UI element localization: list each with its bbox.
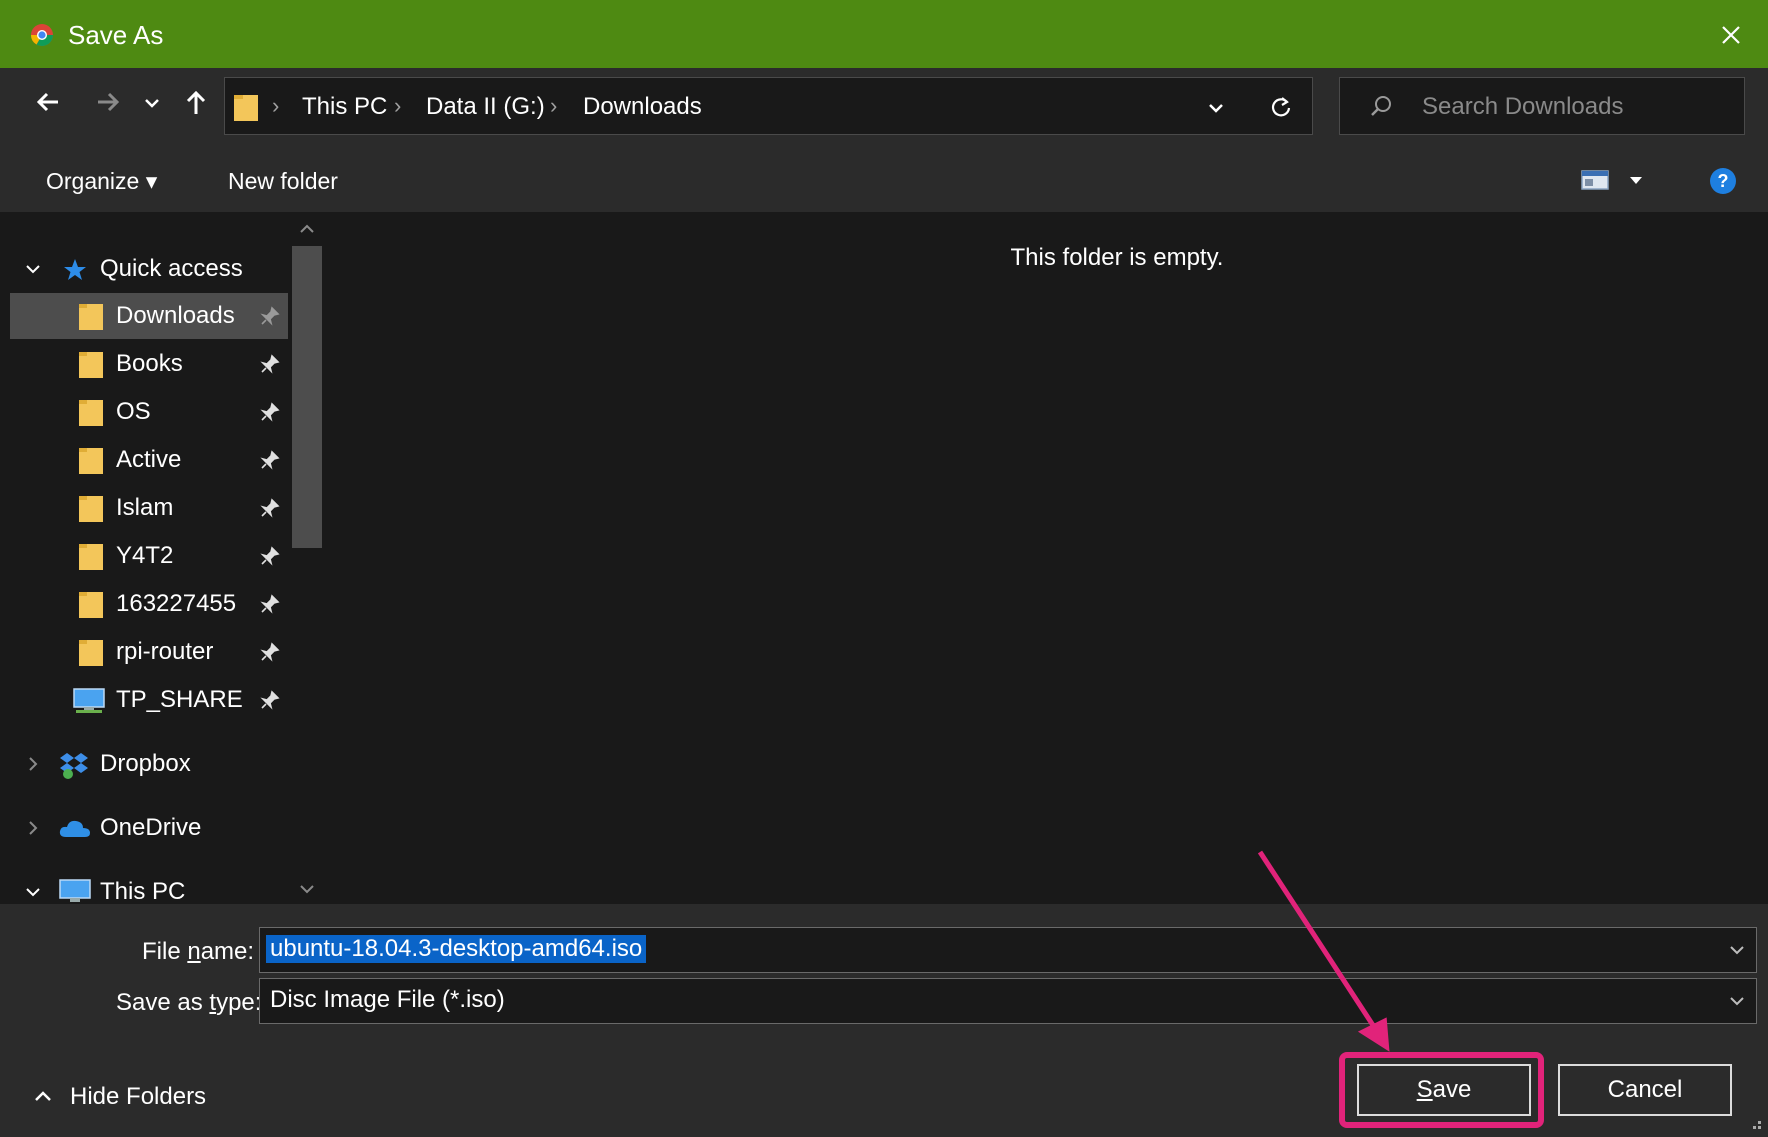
- sidebar-item-label: 163227455: [116, 590, 237, 617]
- folder-icon: [234, 95, 258, 121]
- window-title: Save As: [68, 20, 164, 50]
- arrow-left-icon[interactable]: [30, 84, 66, 120]
- pin-icon[interactable]: [260, 306, 280, 326]
- sidebar-item-books[interactable]: Books: [10, 341, 288, 387]
- folder-icon: [79, 496, 103, 522]
- pin-icon[interactable]: [260, 402, 280, 422]
- sidebar-item-this-pc[interactable]: This PC: [10, 869, 288, 904]
- sidebar-item-label: Downloads: [116, 302, 235, 329]
- sidebar-item-tp-share[interactable]: TP_SHARE: [10, 677, 288, 723]
- scroll-down-icon[interactable]: [298, 882, 316, 896]
- pin-icon[interactable]: [260, 642, 280, 662]
- sidebar-item-islam[interactable]: Islam: [10, 485, 288, 531]
- chevron-down-icon[interactable]: [24, 260, 42, 278]
- sidebar-item-onedrive[interactable]: OneDrive: [10, 805, 288, 851]
- close-icon[interactable]: [1714, 18, 1748, 52]
- search-placeholder: Search Downloads: [1422, 93, 1624, 120]
- empty-folder-message: This folder is empty.: [1010, 244, 1224, 271]
- help-icon[interactable]: ?: [1708, 166, 1738, 196]
- chevron-down-icon[interactable]: [24, 883, 42, 901]
- breadcrumb-this-pc[interactable]: This PC: [302, 93, 387, 121]
- folder-icon: [79, 592, 103, 618]
- sidebar-item-y4t2[interactable]: Y4T2: [10, 533, 288, 579]
- breadcrumb-separator: ›: [272, 93, 280, 118]
- chevron-down-icon[interactable]: [140, 84, 164, 120]
- pin-icon[interactable]: [260, 498, 280, 518]
- folder-icon: [79, 640, 103, 666]
- chevron-down-icon[interactable]: [1728, 942, 1746, 958]
- sidebar-item-label: Y4T2: [116, 542, 174, 569]
- pin-icon[interactable]: [260, 354, 280, 374]
- search-icon: [1371, 96, 1391, 116]
- scroll-up-icon[interactable]: [298, 222, 316, 236]
- chevron-right-icon[interactable]: [24, 819, 42, 837]
- sidebar-item-active[interactable]: Active: [10, 437, 288, 483]
- chevron-down-icon[interactable]: [1728, 993, 1746, 1009]
- refresh-icon[interactable]: [1266, 92, 1296, 122]
- breadcrumb-separator: ›: [550, 93, 558, 118]
- sidebar-item-rpi-router[interactable]: rpi-router: [10, 629, 288, 675]
- sidebar-item-label: Dropbox: [100, 750, 191, 777]
- sidebar-scroll-thumb[interactable]: [292, 246, 322, 548]
- sidebar-item-label: OneDrive: [100, 814, 202, 841]
- organize-button[interactable]: Organize ▾: [46, 168, 157, 195]
- cancel-button[interactable]: Cancel: [1558, 1064, 1732, 1116]
- computer-icon: [59, 879, 91, 902]
- arrow-up-icon[interactable]: [178, 84, 214, 120]
- svg-text:?: ?: [1718, 171, 1729, 191]
- save-as-type-value: Disc Image File (*.iso): [270, 986, 505, 1013]
- file-name-field[interactable]: ubuntu-18.04.3-desktop-amd64.iso: [259, 927, 1757, 973]
- chevron-up-icon: [35, 1091, 51, 1101]
- breadcrumb-data-drive[interactable]: Data II (G:): [426, 93, 545, 121]
- sidebar-item-label: rpi-router: [116, 638, 214, 665]
- new-folder-button[interactable]: New folder: [228, 168, 338, 195]
- sidebar-item-label: This PC: [100, 878, 186, 904]
- view-icon[interactable]: [1580, 168, 1610, 192]
- pin-icon[interactable]: [260, 594, 280, 614]
- chrome-icon: [31, 24, 53, 46]
- hide-folders-label: Hide Folders: [70, 1083, 207, 1110]
- save-as-type-label: Save as type:: [116, 989, 262, 1016]
- file-name-label: File name:: [142, 938, 255, 965]
- folder-icon: [79, 544, 103, 570]
- sidebar-item-label: Quick access: [100, 255, 243, 282]
- onedrive-icon: [59, 820, 90, 837]
- save-as-dialog: Save As › This PC › Data II (G:) › Downl…: [0, 0, 1768, 1137]
- sidebar-item-downloads[interactable]: Downloads: [10, 293, 288, 339]
- file-name-value: ubuntu-18.04.3-desktop-amd64.iso: [266, 935, 647, 963]
- folder-icon: [79, 352, 103, 378]
- sidebar-item-label: OS: [116, 398, 151, 425]
- star-icon: [64, 259, 86, 280]
- annotation-arrow-icon: [1257, 850, 1390, 1052]
- view-dropdown-icon[interactable]: [1628, 174, 1644, 186]
- dropbox-icon: [60, 753, 88, 779]
- pin-icon[interactable]: [260, 450, 280, 470]
- folder-icon: [79, 400, 103, 426]
- network-drive-icon: [73, 688, 105, 713]
- sidebar-item-label: Books: [116, 350, 183, 377]
- sidebar-item-label: Islam: [116, 494, 174, 521]
- file-list-area[interactable]: This folder is empty.: [326, 212, 1768, 904]
- sidebar-item-163227455[interactable]: 163227455: [10, 581, 288, 627]
- chevron-right-icon[interactable]: [24, 755, 42, 773]
- pin-icon[interactable]: [260, 690, 280, 710]
- breadcrumb-separator: ›: [394, 93, 402, 118]
- sidebar-item-label: TP_SHARE: [116, 686, 243, 713]
- annotation-highlight-box: [1339, 1052, 1544, 1128]
- sidebar-item-label: Active: [116, 446, 182, 473]
- pin-icon[interactable]: [260, 546, 280, 566]
- sidebar-item-quick-access[interactable]: Quick access: [10, 246, 288, 292]
- breadcrumb-downloads[interactable]: Downloads: [583, 93, 702, 121]
- arrow-right-icon[interactable]: [90, 84, 126, 120]
- folder-icon: [79, 448, 103, 474]
- title-bar: Save As: [0, 0, 1768, 68]
- sidebar-item-os[interactable]: OS: [10, 389, 288, 435]
- resize-grip-icon[interactable]: [1744, 1112, 1764, 1132]
- address-dropdown-icon[interactable]: [1202, 94, 1230, 122]
- folder-icon: [79, 304, 103, 330]
- sidebar-item-dropbox[interactable]: Dropbox: [10, 741, 288, 787]
- save-as-type-select[interactable]: Disc Image File (*.iso): [259, 978, 1757, 1024]
